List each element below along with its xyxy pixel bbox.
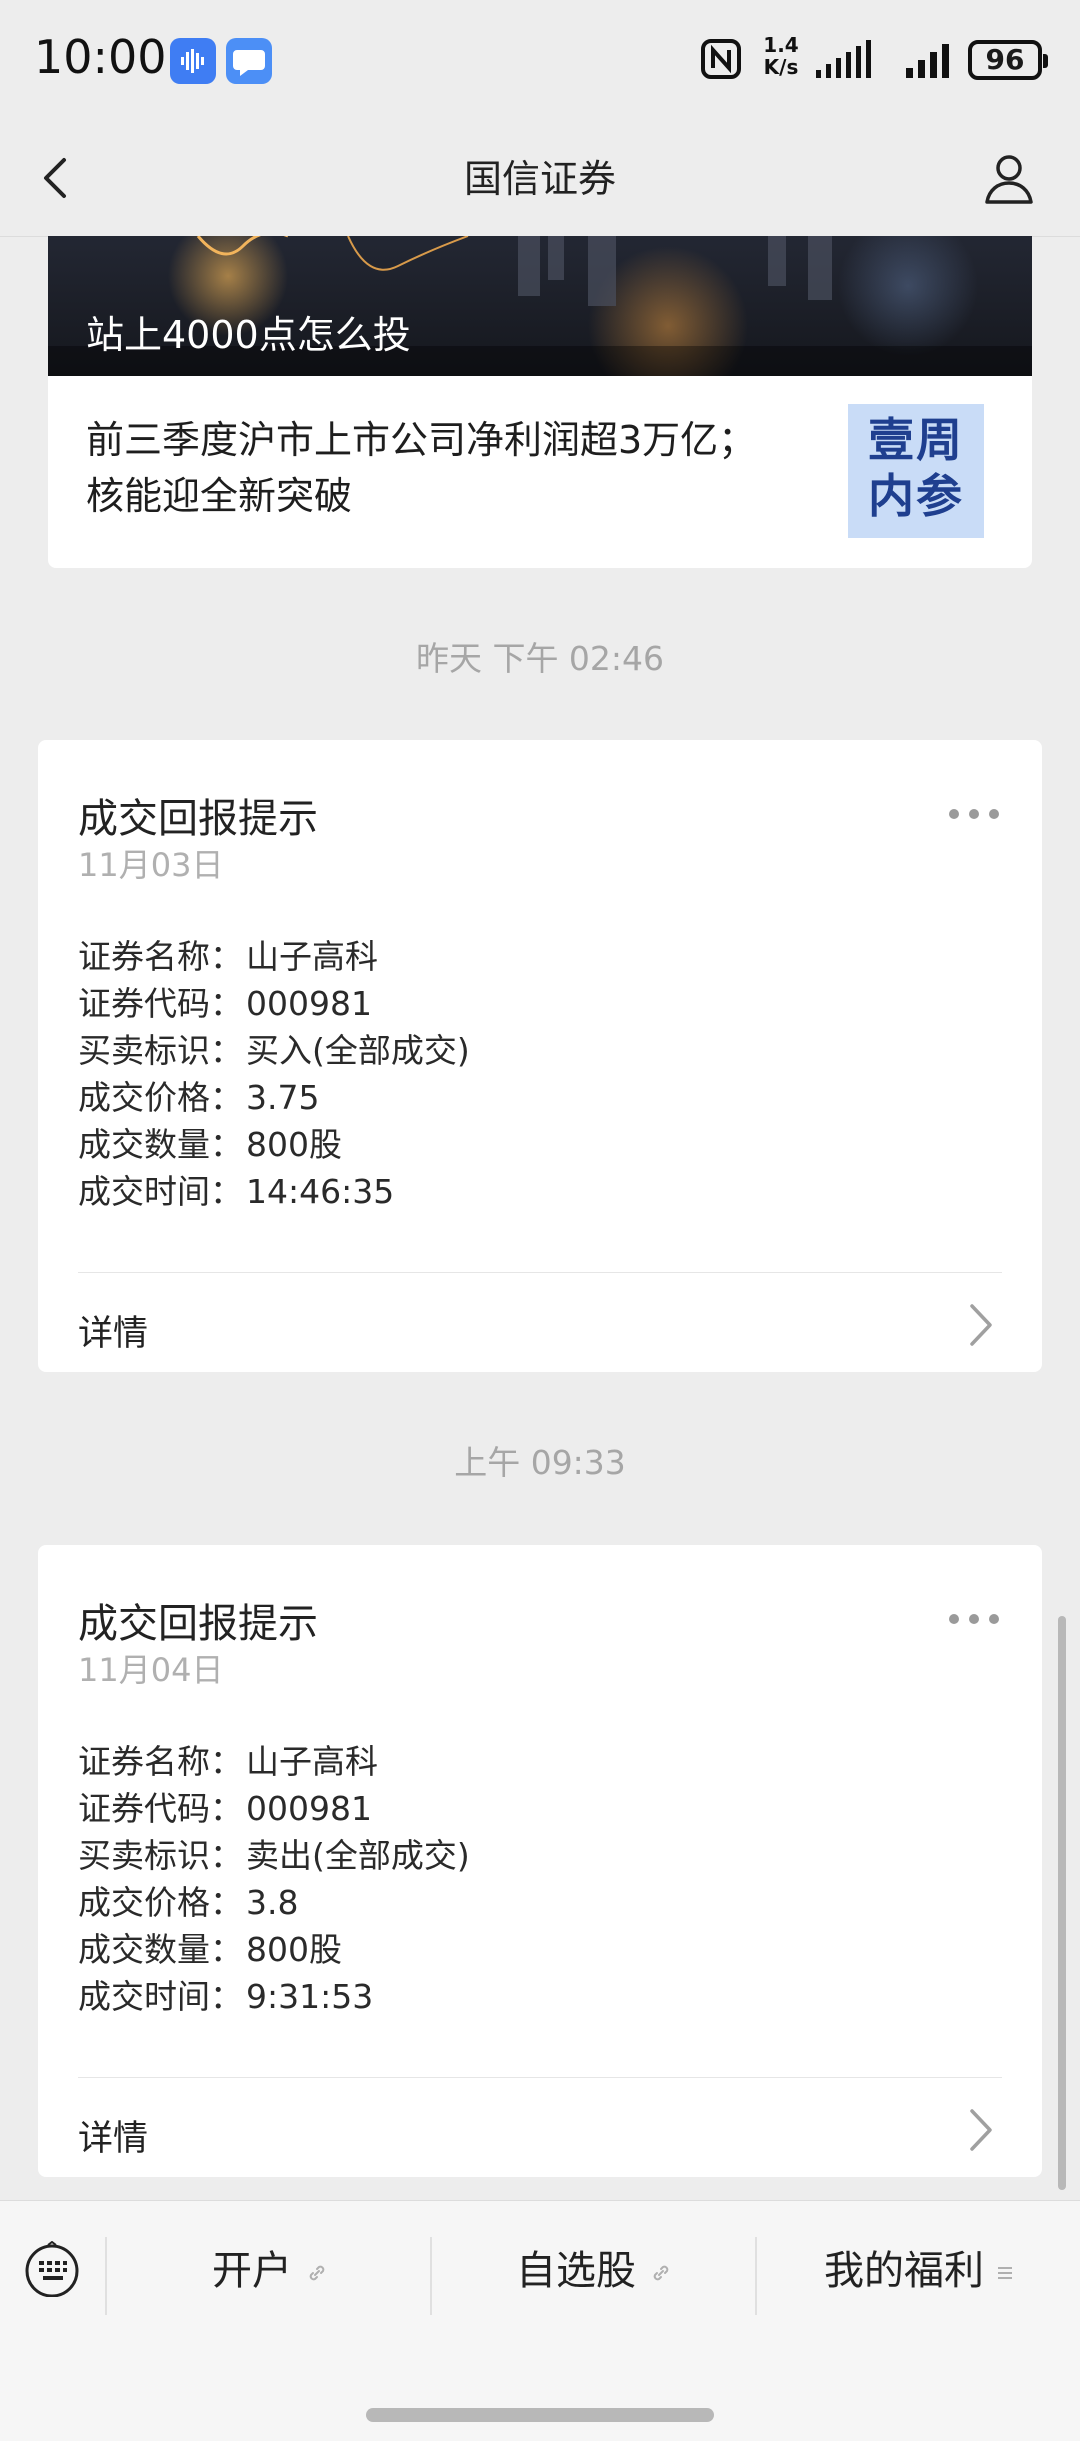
person-icon[interactable]	[982, 150, 1036, 206]
field-value: 3.75	[246, 1078, 320, 1117]
menu-item-label: 自选股	[516, 2248, 636, 2294]
article-banner-title: 站上4000点怎么投	[86, 313, 411, 357]
card-date: 11月04日	[78, 1651, 224, 1689]
network-speed-value: 1.4	[763, 33, 799, 57]
field-row: 证券名称：山子高科	[78, 1735, 978, 1782]
thumbnail-text-line: 内参	[868, 469, 964, 523]
scrollbar[interactable]	[1058, 1616, 1066, 2190]
field-value: 卖出(全部成交)	[246, 1836, 470, 1875]
network-speed: 1.4 K/s	[756, 34, 806, 78]
menu-item-my-benefits[interactable]: 我的福利	[758, 2241, 1080, 2301]
article-card[interactable]: 站上4000点怎么投 前三季度沪市上市公司净利润超3万亿； 核能迎全新突破 壹周…	[48, 236, 1032, 568]
divider	[78, 1272, 1002, 1273]
field-row: 成交数量：800股	[78, 1118, 978, 1165]
field-row: 证券名称：山子高科	[78, 930, 978, 977]
field-row: 买卖标识：买入(全部成交)	[78, 1024, 978, 1071]
card-date: 11月03日	[78, 846, 224, 884]
menu-item-open-account[interactable]: 开户	[108, 2241, 432, 2301]
field-label: 证券名称：	[78, 937, 243, 976]
field-row: 买卖标识：卖出(全部成交)	[78, 1829, 978, 1876]
nav-bar: 国信证券	[0, 120, 1080, 237]
trade-fields: 证券名称：山子高科 证券代码：000981 买卖标识：卖出(全部成交) 成交价格…	[78, 1735, 978, 2017]
list-icon	[998, 2267, 1012, 2279]
thumbnail-text: 壹周 内参	[848, 412, 984, 524]
card-title: 成交回报提示	[78, 796, 318, 842]
field-value: 000981	[246, 1789, 372, 1828]
field-row: 成交价格：3.8	[78, 1876, 978, 1923]
status-bar: 10:00 1.4 K/s 96	[0, 0, 1080, 120]
article-summary-line: 前三季度沪市上市公司净利润超3万亿；	[86, 418, 757, 462]
field-row: 证券代码：000981	[78, 977, 978, 1024]
menu-item-label: 开户	[212, 2248, 292, 2294]
link-icon	[653, 2265, 669, 2281]
field-label: 成交时间：	[78, 1977, 243, 2016]
field-label: 买卖标识：	[78, 1031, 243, 1070]
field-value: 山子高科	[246, 937, 378, 976]
keyboard-icon[interactable]	[24, 2241, 80, 2297]
field-label: 成交价格：	[78, 1078, 243, 1117]
details-link[interactable]: 详情	[78, 2110, 148, 2161]
menu-separator	[755, 2237, 757, 2315]
field-row: 成交价格：3.75	[78, 1071, 978, 1118]
thumbnail-text-line: 壹周	[868, 413, 964, 467]
field-label: 买卖标识：	[78, 1836, 243, 1875]
battery-icon: 96	[968, 40, 1048, 80]
menu-separator	[105, 2237, 107, 2315]
home-indicator[interactable]	[366, 2408, 714, 2422]
bottom-menu-bar: 开户 自选股 我的福利	[0, 2200, 1080, 2441]
menu-separator	[430, 2237, 432, 2315]
trade-report-card[interactable]: 成交回报提示 11月03日 证券名称：山子高科 证券代码：000981 买卖标识…	[38, 740, 1042, 1372]
field-row: 成交时间：14:46:35	[78, 1165, 978, 1212]
signal-icon	[816, 40, 871, 78]
field-row: 成交数量：800股	[78, 1923, 978, 1970]
page-title: 国信证券	[463, 157, 616, 201]
article-banner-image: 站上4000点怎么投	[48, 236, 1032, 376]
more-icon[interactable]	[946, 1611, 1002, 1627]
field-value: 买入(全部成交)	[246, 1031, 470, 1070]
link-icon	[309, 2265, 325, 2281]
field-value: 山子高科	[246, 1742, 378, 1781]
field-row: 成交时间：9:31:53	[78, 1970, 978, 2017]
field-label: 证券代码：	[78, 984, 243, 1023]
app-voice-badge-icon	[170, 38, 216, 84]
network-speed-unit: K/s	[763, 55, 799, 79]
field-label: 成交价格：	[78, 1883, 243, 1922]
field-label: 证券名称：	[78, 1742, 243, 1781]
field-value: 3.8	[246, 1883, 299, 1922]
field-value: 9:31:53	[246, 1977, 374, 2016]
article-thumbnail: 壹周 内参	[848, 404, 984, 538]
field-value: 000981	[246, 984, 372, 1023]
trade-fields: 证券名称：山子高科 证券代码：000981 买卖标识：买入(全部成交) 成交价格…	[78, 930, 978, 1212]
field-value: 800股	[246, 1930, 342, 1969]
message-timestamp: 昨天 下午 02:46	[415, 639, 665, 678]
app-chat-badge-icon	[226, 38, 272, 84]
field-row: 证券代码：000981	[78, 1782, 978, 1829]
field-label: 成交数量：	[78, 1125, 243, 1164]
message-timestamp: 上午 09:33	[454, 1443, 626, 1482]
menu-item-label: 我的福利	[824, 2248, 984, 2294]
field-label: 成交数量：	[78, 1930, 243, 1969]
more-icon[interactable]	[946, 806, 1002, 822]
card-title: 成交回报提示	[78, 1601, 318, 1647]
field-label: 成交时间：	[78, 1172, 243, 1211]
field-value: 14:46:35	[246, 1172, 395, 1211]
field-label: 证券代码：	[78, 1789, 243, 1828]
details-link[interactable]: 详情	[78, 1305, 148, 1356]
field-value: 800股	[246, 1125, 342, 1164]
article-summary-line: 核能迎全新突破	[86, 474, 353, 518]
nfc-icon	[701, 39, 741, 79]
chevron-right-icon[interactable]	[968, 2107, 994, 2153]
article-summary: 前三季度沪市上市公司净利润超3万亿； 核能迎全新突破	[86, 412, 846, 524]
divider	[78, 2077, 1002, 2078]
trade-report-card[interactable]: 成交回报提示 11月04日 证券名称：山子高科 证券代码：000981 买卖标识…	[38, 1545, 1042, 2177]
chevron-right-icon[interactable]	[968, 1302, 994, 1348]
status-time: 10:00	[34, 30, 167, 84]
menu-item-watchlist[interactable]: 自选股	[433, 2241, 755, 2301]
signal-icon	[906, 44, 949, 78]
